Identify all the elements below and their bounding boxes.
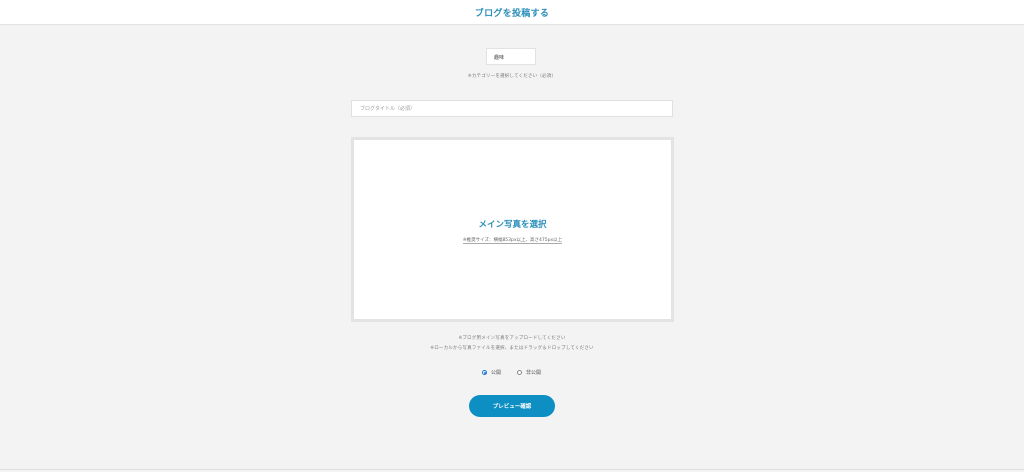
footer-divider [0,469,1024,470]
category-note: ※カテゴリーを選択してください（必須） [467,74,557,79]
blog-title-input[interactable] [351,100,673,117]
radio-private-indicator[interactable] [517,370,522,375]
photo-size-text: ※推奨サイズ：横幅853px以上、高さ475px以上 [462,238,563,244]
upload-note-2: ※ローカルから写真ファイルを選択、またはドラッグ＆ドロップしてください [430,346,594,351]
radio-public[interactable]: 公開 [482,369,501,376]
select-photo-label: メイン写真を選択 [478,220,547,230]
category-select[interactable]: 趣味 [486,48,536,65]
photo-size-note: ※推奨サイズ：横幅853px以上、高さ475px以上 [354,237,671,244]
upload-note-1: ※ブログ用メイン写真をアップロードしてください [458,336,566,341]
header-bar: ブログを投稿する [0,0,1024,25]
main-photo-dropzone[interactable]: メイン写真を選択 ※推奨サイズ：横幅853px以上、高さ475px以上 [351,137,674,322]
radio-public-label: 公開 [491,370,502,376]
radio-private[interactable]: 非公開 [517,369,541,376]
page-title: ブログを投稿する [474,9,550,19]
visibility-radio-group: 公開 非公開 [482,369,562,379]
radio-private-label: 非公開 [526,370,542,376]
preview-button[interactable]: プレビュー確認 [469,395,555,417]
radio-public-indicator[interactable] [482,370,487,375]
